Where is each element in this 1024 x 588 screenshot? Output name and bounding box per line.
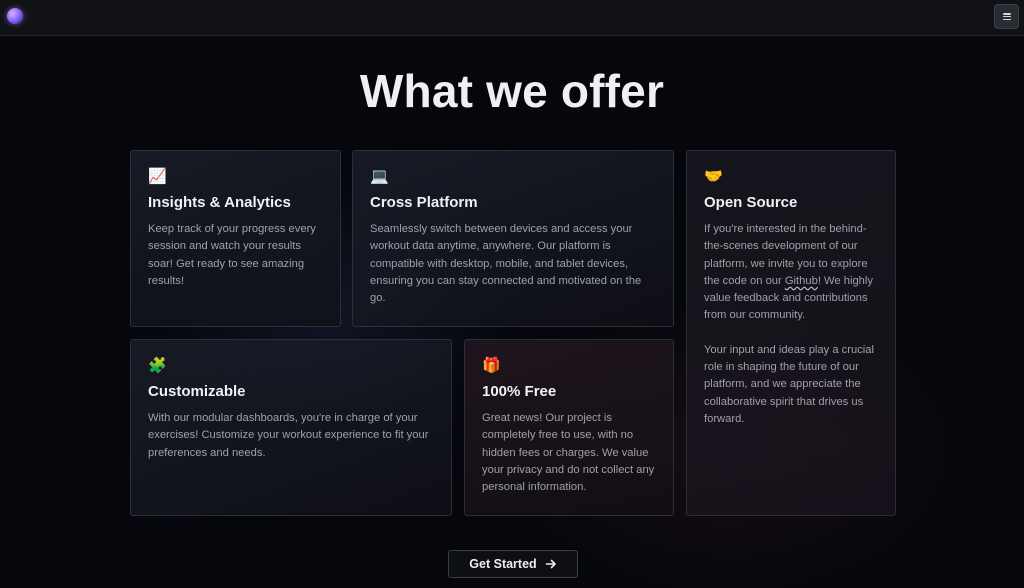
feature-title: Insights & Analytics — [148, 194, 291, 211]
feature-card-open-source: 🤝 Open Source If you're interested in th… — [686, 150, 896, 516]
feature-description-secondary: Your input and ideas play a crucial role… — [704, 343, 874, 425]
github-link[interactable]: Github — [785, 275, 818, 287]
top-navbar — [0, 0, 1024, 36]
laptop-icon: 💻 — [370, 168, 389, 185]
chart-increasing-icon: 📈 — [148, 168, 167, 185]
feature-card-cross-platform: 💻 Cross Platform Seamlessly switch betwe… — [352, 150, 674, 327]
feature-description: Seamlessly switch between devices and ac… — [370, 223, 642, 305]
feature-card-free: 🎁 100% Free Great news! Our project is c… — [464, 339, 674, 516]
feature-description: If you're interested in the behind-the-s… — [704, 221, 878, 325]
arrow-right-icon — [545, 559, 556, 569]
page-title: What we offer — [359, 65, 665, 117]
feature-card-insights-analytics: 📈 Insights & Analytics Keep track of you… — [130, 150, 341, 327]
get-started-label: Get Started — [469, 557, 537, 571]
handshake-icon: 🤝 — [704, 168, 723, 185]
get-started-button[interactable]: Get Started — [448, 550, 578, 578]
menu-button[interactable] — [994, 4, 1019, 29]
feature-title: Customizable — [148, 383, 246, 400]
feature-description: Great news! Our project is completely fr… — [482, 412, 655, 494]
feature-description: Keep track of your progress every sessio… — [148, 223, 316, 287]
feature-description: With our modular dashboards, you're in c… — [148, 412, 429, 459]
feature-title: Cross Platform — [370, 194, 478, 211]
feature-title: 100% Free — [482, 383, 557, 400]
gradient-orb-logo[interactable] — [7, 8, 23, 24]
gift-icon: 🎁 — [482, 357, 501, 374]
puzzle-piece-icon: 🧩 — [148, 357, 167, 374]
feature-card-customizable: 🧩 Customizable With our modular dashboar… — [130, 339, 452, 516]
feature-title: Open Source — [704, 194, 798, 211]
hamburger-menu-icon — [1002, 13, 1011, 20]
